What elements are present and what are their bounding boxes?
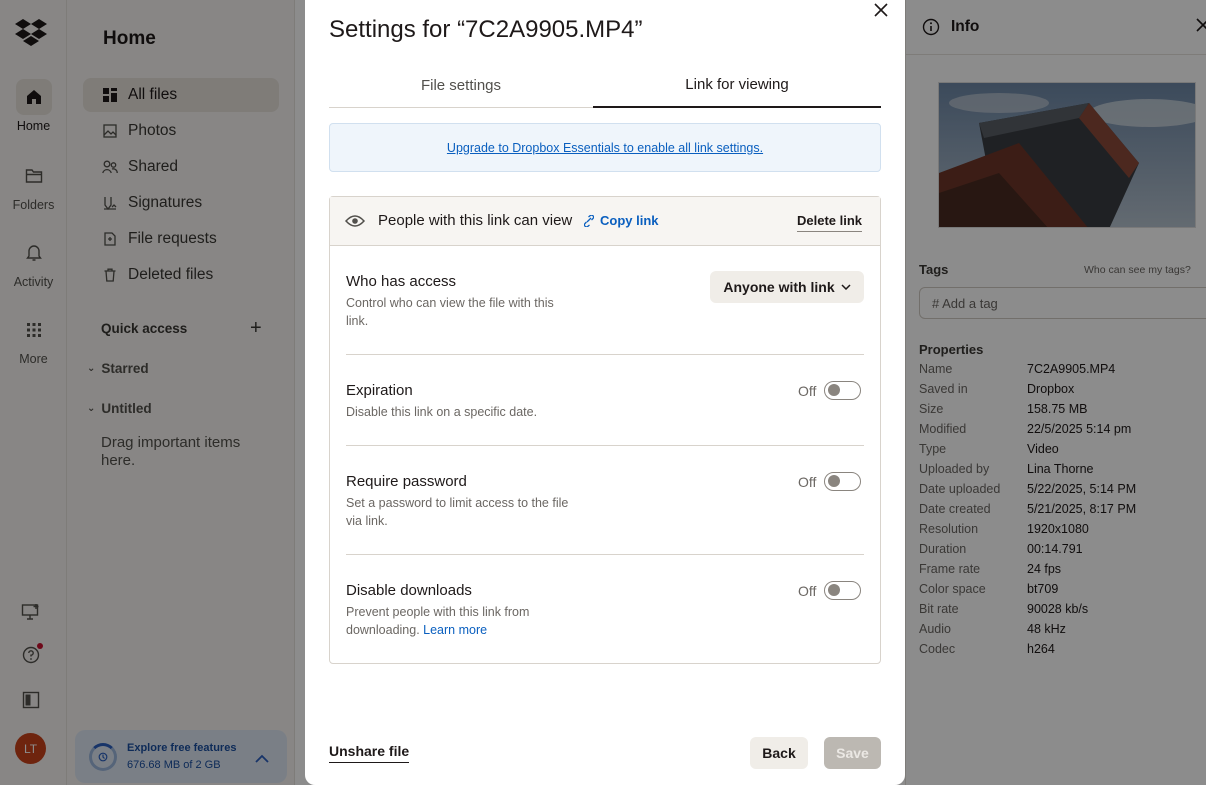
access-dropdown-value: Anyone with link (723, 279, 835, 295)
expiration-toggle[interactable] (824, 381, 862, 400)
setting-title: Require password (346, 473, 467, 490)
password-toggle[interactable] (824, 472, 862, 491)
upgrade-link[interactable]: Upgrade to Dropbox Essentials to enable … (447, 141, 763, 155)
learn-more-link[interactable]: Learn more (423, 623, 487, 637)
toggle-state: Off (798, 382, 817, 399)
setting-title: Expiration (346, 382, 413, 399)
modal-tabs: File settings Link for viewing (329, 62, 881, 108)
settings-modal: Settings for “7C2A9905.MP4” File setting… (305, 0, 905, 785)
disable-downloads-setting: Disable downloads Prevent people with th… (346, 582, 864, 639)
expiration-setting: Expiration Disable this link on a specif… (346, 382, 864, 421)
close-icon[interactable] (870, 0, 892, 20)
expiration-toggle-group: Off (798, 381, 862, 400)
downloads-toggle-group: Off (798, 581, 862, 600)
unshare-file-button[interactable]: Unshare file (329, 743, 410, 763)
setting-description: Prevent people with this link from downl… (346, 603, 578, 639)
upgrade-banner: Upgrade to Dropbox Essentials to enable … (329, 123, 881, 172)
setting-description: Set a password to limit access to the fi… (346, 496, 569, 528)
link-permission-text: People with this link can view (378, 212, 573, 229)
link-permission-header: People with this link can view Copy link… (330, 197, 880, 246)
chevron-down-icon (841, 284, 851, 290)
setting-description: Disable this link on a specific date. (346, 405, 538, 419)
require-password-setting: Require password Set a password to limit… (346, 473, 864, 530)
disable-downloads-toggle[interactable] (824, 581, 862, 600)
setting-description: Control who can view the file with this … (346, 296, 554, 328)
toggle-state: Off (798, 582, 817, 599)
delete-link-button[interactable]: Delete link (797, 213, 863, 232)
access-dropdown[interactable]: Anyone with link (710, 271, 864, 303)
divider (346, 554, 864, 555)
back-button[interactable]: Back (750, 737, 808, 769)
copy-link-label: Copy link (600, 213, 659, 228)
tab-file-settings[interactable]: File settings (329, 62, 593, 108)
eye-icon (344, 214, 366, 233)
divider (346, 445, 864, 446)
link-settings-box: People with this link can view Copy link… (329, 196, 881, 664)
toggle-state: Off (798, 473, 817, 490)
copy-link-button[interactable]: Copy link (584, 213, 659, 228)
password-toggle-group: Off (798, 472, 862, 491)
save-button[interactable]: Save (824, 737, 881, 769)
link-icon (584, 214, 594, 227)
setting-title: Disable downloads (346, 582, 472, 599)
modal-title: Settings for “7C2A9905.MP4” (329, 16, 643, 43)
tab-link-for-viewing[interactable]: Link for viewing (593, 62, 881, 108)
divider (346, 354, 864, 355)
